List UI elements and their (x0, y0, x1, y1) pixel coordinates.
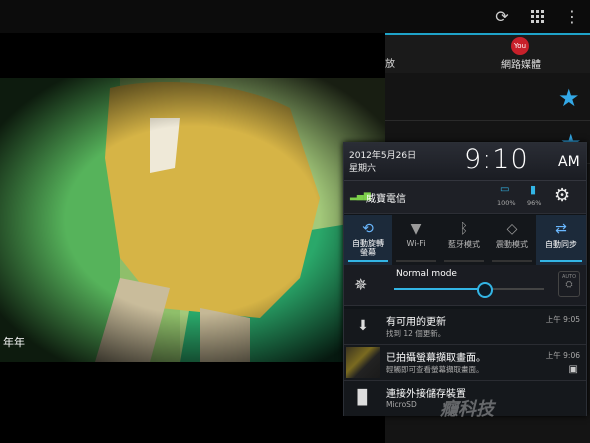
video-player[interactable] (0, 78, 385, 362)
app-tab-strip: 放 You 網路媒體 (385, 33, 590, 73)
toggle-label: 自動旋轉 螢幕 (352, 239, 384, 257)
refresh-icon[interactable]: ⟳ (492, 7, 512, 27)
brightness-mode-label: Normal mode (396, 269, 457, 279)
brightness-track[interactable] (394, 282, 544, 298)
toggle-label: 自動同步 (545, 240, 577, 249)
brightness-fill (394, 288, 484, 290)
clock-header: 2012年5月26日 星期六 9:10 AM (344, 143, 586, 181)
battery-icon-1: ▭ (500, 184, 510, 195)
video-caption: 年年 (3, 336, 25, 349)
toggle-wifi[interactable]: ▼ Wi-Fi (392, 215, 440, 265)
screenshot-thumbnail (346, 347, 380, 378)
clock-ampm: AM (558, 154, 580, 170)
sd-card-icon: ▉ (357, 390, 369, 406)
notification-time: 上午 9:05 (545, 315, 580, 324)
notification-subtitle: 找到 12 個更新。 (386, 329, 446, 338)
bluetooth-icon: ᛒ (459, 221, 469, 237)
auto-brightness-toggle[interactable]: AUTO ⛭ (558, 271, 580, 297)
brightness-slider-thumb[interactable] (477, 282, 493, 298)
auto-brightness-icon: ⛭ (565, 280, 573, 290)
notification-title: 已拍攝螢幕擷取畫面。 (386, 353, 486, 364)
toggle-label: Wi-Fi (406, 239, 426, 248)
toggle-auto-sync[interactable]: ⇄ 自動同步 (536, 215, 586, 265)
battery-percent-2: 96% (527, 199, 542, 207)
watermark: 癮科技 (440, 399, 494, 420)
clock-time: 9:10 (464, 144, 529, 175)
notification-panel: 2012年5月26日 星期六 9:10 AM ▂▄▆ 威寶電信 ▭ 100% ▮… (343, 142, 587, 416)
action-bar: ⟳ ⋮ (0, 0, 590, 33)
notification-subtitle: 輕觸即可查看螢幕擷取畫面。 (386, 365, 484, 374)
notification-title: 有可用的更新 (386, 317, 446, 328)
list-item[interactable]: ★ (385, 78, 590, 121)
date-text: 2012年5月26日 (349, 151, 417, 161)
toggle-auto-rotate[interactable]: ⟲ 自動旋轉 螢幕 (344, 215, 392, 265)
image-icon: ▣ (568, 364, 578, 375)
download-icon: ⬇ (357, 318, 369, 334)
tab-media-label[interactable]: 網路媒體 (501, 56, 541, 71)
weekday-text: 星期六 (349, 164, 377, 174)
notification-time: 上午 9:06 (545, 351, 580, 360)
notification-item[interactable]: 已拍攝螢幕擷取畫面。 輕觸即可查看螢幕擷取畫面。 上午 9:06 ▣ (344, 345, 586, 381)
toggle-label: 藍牙模式 (448, 240, 480, 249)
notification-subtitle: MicroSD (386, 400, 417, 409)
settings-gear-icon[interactable]: ⚙ (554, 185, 570, 206)
brightness-icon: ✵ (354, 275, 368, 294)
toggle-bluetooth[interactable]: ᛒ 藍牙模式 (440, 215, 488, 265)
tab-partial-label[interactable]: 放 (385, 55, 395, 70)
toggle-label: 震動模式 (496, 240, 528, 249)
toggle-vibrate[interactable]: ◇ 震動模式 (488, 215, 536, 265)
media-tab-icon: You (511, 37, 529, 55)
quick-toggles: ⟲ 自動旋轉 螢幕 ▼ Wi-Fi ᛒ 藍牙模式 ◇ 震動模式 ⇄ 自動同步 (344, 215, 586, 266)
video-frame (0, 78, 385, 362)
star-icon[interactable]: ★ (558, 84, 580, 112)
grid-icon[interactable] (528, 7, 548, 27)
notification-item[interactable]: ⬇ 有可用的更新 找到 12 個更新。 上午 9:05 (344, 309, 586, 345)
battery-percent-1: 100% (497, 199, 516, 207)
sync-icon: ⇄ (555, 221, 567, 237)
vibrate-icon: ◇ (506, 221, 518, 237)
wifi-icon: ▼ (410, 221, 422, 237)
carrier-row: ▂▄▆ 威寶電信 ▭ 100% ▮ 96% ⚙ (344, 181, 586, 214)
carrier-name: 威寶電信 (366, 194, 406, 205)
battery-icon-2: ▮ (530, 183, 537, 196)
brightness-row: ✵ Normal mode AUTO ⛭ (344, 265, 586, 306)
rotate-icon: ⟲ (362, 221, 374, 237)
overflow-menu-icon[interactable]: ⋮ (562, 7, 582, 27)
